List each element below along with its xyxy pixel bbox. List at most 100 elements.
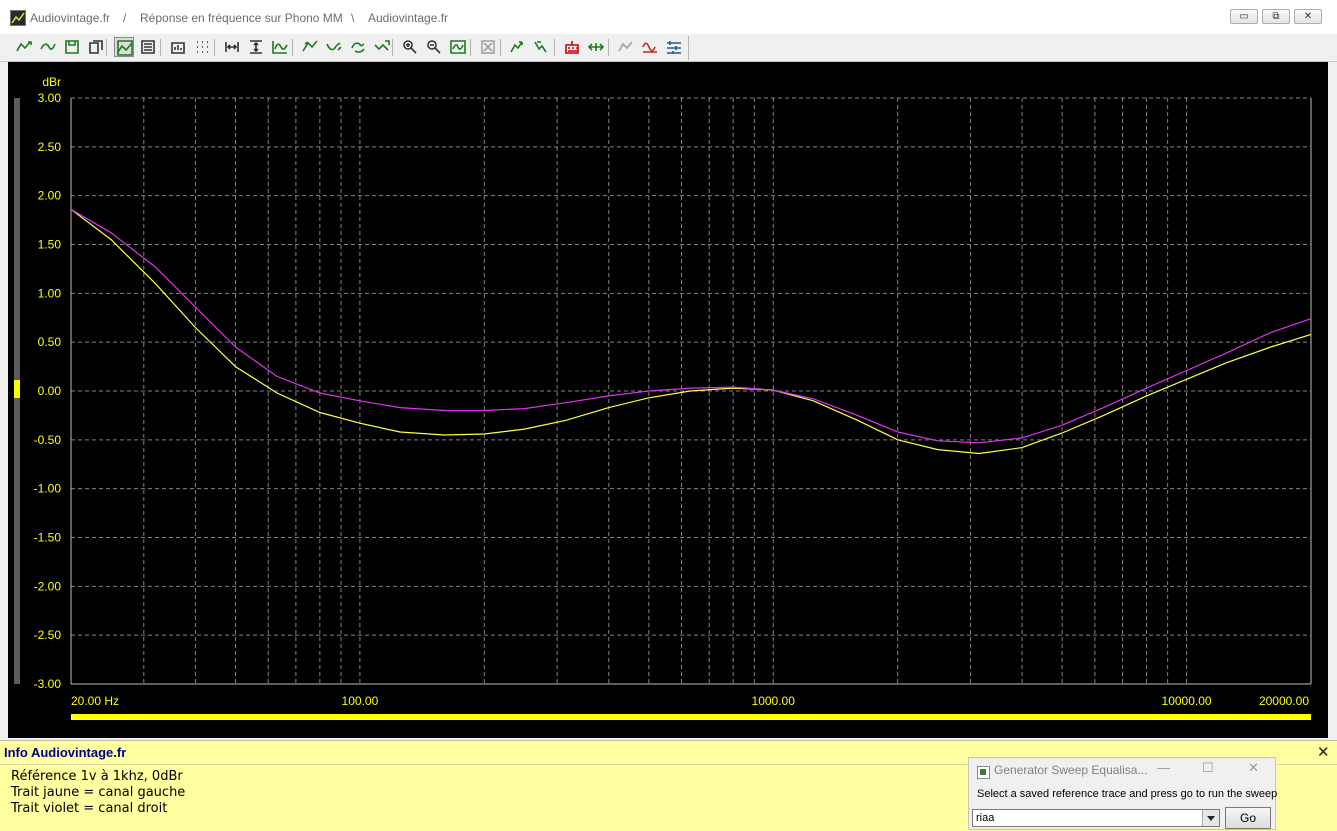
- toolbar-separator: [214, 39, 215, 56]
- zoom-out-icon: [427, 40, 441, 54]
- frequency-response-chart: 3.00 2.50 2.00 1.50 1.00 0.50 0.00 -0.50 -1.00 -1…: [34, 75, 1312, 720]
- window-title-document: Réponse en fréquence sur Phono MM: [140, 11, 343, 25]
- wave-box-icon: [450, 40, 466, 54]
- arrows-button[interactable]: [586, 37, 606, 57]
- toolbar: [0, 34, 1337, 62]
- trace-check-button[interactable]: [372, 37, 392, 57]
- dialog-minimize-icon[interactable]: —: [1157, 760, 1170, 775]
- info-close-icon[interactable]: ✕: [1317, 743, 1330, 761]
- toolbar-separator: [392, 39, 393, 56]
- trace-down-button[interactable]: [324, 37, 344, 57]
- graph-view-icon: [117, 40, 133, 56]
- dialog-app-icon: [977, 766, 990, 779]
- zoom-x-icon: [225, 42, 239, 52]
- eq-icon: [667, 41, 681, 54]
- graph-settings-button[interactable]: [138, 37, 158, 57]
- info-panel-title: Info Audiovintage.fr: [4, 745, 127, 760]
- marker-down-button[interactable]: [532, 37, 552, 57]
- reference-trace-select[interactable]: riaa: [972, 809, 1220, 827]
- window-title-site-2: Audiovintage.fr: [368, 11, 449, 25]
- sine-icon: [642, 42, 657, 53]
- title-separator: /: [123, 11, 127, 25]
- dialog-title: Generator Sweep Equalisa...: [994, 763, 1148, 777]
- disabled-tool-button[interactable]: [478, 37, 498, 57]
- minimize-icon: ▭: [1239, 11, 1249, 22]
- disabled-wave-button[interactable]: [616, 37, 636, 57]
- zoom-in-button[interactable]: [400, 37, 420, 57]
- restore-icon: ⧉: [1272, 11, 1280, 22]
- x-tick-label: 100.00: [342, 694, 379, 708]
- graph-settings-icon: [141, 40, 155, 54]
- y-tick-label: 0.50: [38, 335, 62, 349]
- wave-box-button[interactable]: [448, 37, 468, 57]
- y-tick-label: 0.00: [38, 384, 62, 398]
- restore-button[interactable]: ⧉: [1262, 9, 1290, 24]
- minimize-button[interactable]: ▭: [1230, 9, 1258, 24]
- trace-loop-button[interactable]: [348, 37, 368, 57]
- toolbar-edge: [688, 36, 689, 60]
- close-button[interactable]: ✕: [1294, 9, 1322, 24]
- trace-check-icon: [374, 40, 390, 51]
- marker-up-icon: [510, 41, 523, 53]
- grid-dots-button[interactable]: [192, 37, 212, 57]
- marker-down-icon: [534, 41, 547, 53]
- info-line-yellow-trace: Trait jaune = canal gauche: [11, 785, 186, 800]
- y-tick-label: 3.00: [38, 91, 62, 105]
- trace-loop-icon: [351, 42, 365, 53]
- y-tick-label: -3.00: [34, 677, 62, 691]
- x-tick-label: 20000.00: [1259, 694, 1309, 708]
- frequency-scrollbar: [71, 714, 1311, 720]
- grid-dots-icon: [197, 41, 208, 53]
- toolbar-separator: [554, 39, 555, 56]
- x-tick-label: 20.00 Hz: [71, 694, 119, 708]
- marker-up-button[interactable]: [508, 37, 528, 57]
- y-axis-label: dBr: [42, 75, 61, 89]
- plot-area[interactable]: 3.00 2.50 2.00 1.50 1.00 0.50 0.00 -0.50 -1.00 -1…: [8, 62, 1328, 738]
- copy-button[interactable]: [86, 37, 106, 57]
- eq-button[interactable]: [664, 37, 684, 57]
- zoom-out-button[interactable]: [424, 37, 444, 57]
- zoom-x-button[interactable]: [222, 37, 242, 57]
- title-bar: Audiovintage.fr / Réponse en fréquence s…: [0, 0, 1337, 35]
- y-tick-label: -1.00: [34, 482, 62, 496]
- disabled-wave-icon: [618, 41, 633, 52]
- y-tick-label: -2.00: [34, 579, 62, 593]
- reference-trace-value: riaa: [976, 812, 995, 824]
- trace-up-icon: [302, 40, 318, 52]
- toolbar-separator: [608, 39, 609, 56]
- y-tick-label: 1.50: [38, 238, 62, 252]
- info-line-reference: Référence 1v à 1khz, 0dBr: [11, 769, 183, 784]
- trace-add-icon: [16, 41, 32, 52]
- dropdown-arrow-icon[interactable]: [1202, 810, 1219, 826]
- trace-add-button[interactable]: [14, 37, 34, 57]
- toolbar-separator: [470, 39, 471, 56]
- graph-view-button[interactable]: [114, 37, 134, 57]
- trace-left-channel: [70, 208, 1312, 455]
- window-title-site: Audiovintage.fr: [30, 11, 111, 25]
- generator-button[interactable]: [562, 37, 582, 57]
- generator-sweep-dialog: Generator Sweep Equalisa... — ☐ ✕ Select…: [968, 757, 1278, 830]
- app-graph-icon: [10, 10, 26, 26]
- close-icon: ✕: [1303, 11, 1313, 22]
- info-line-violet-trace: Trait violet = canal droit: [11, 801, 168, 816]
- sine-button[interactable]: [640, 37, 660, 57]
- toolbar-separator: [160, 39, 161, 56]
- chart-edit-button[interactable]: [168, 37, 188, 57]
- y-tick-label: -1.50: [34, 531, 62, 545]
- zoom-y-button[interactable]: [246, 37, 266, 57]
- wave-button[interactable]: [270, 37, 290, 57]
- y-tick-label: 2.00: [38, 189, 62, 203]
- trace-up-button[interactable]: [300, 37, 320, 57]
- trace-down-icon: [326, 42, 342, 51]
- trace-smooth-button[interactable]: [38, 37, 58, 57]
- save-button[interactable]: [62, 37, 82, 57]
- go-button[interactable]: Go: [1225, 807, 1271, 829]
- zoom-in-icon: [403, 40, 417, 54]
- dialog-instruction: Select a saved reference trace and press…: [977, 788, 1278, 800]
- generator-icon: [565, 41, 579, 54]
- toolbar-separator: [500, 39, 501, 56]
- title-separator: \: [351, 11, 355, 25]
- x-tick-label: 10000.00: [1162, 694, 1212, 708]
- disabled-tool-icon: [481, 40, 495, 54]
- dialog-close-icon[interactable]: ✕: [1248, 760, 1259, 776]
